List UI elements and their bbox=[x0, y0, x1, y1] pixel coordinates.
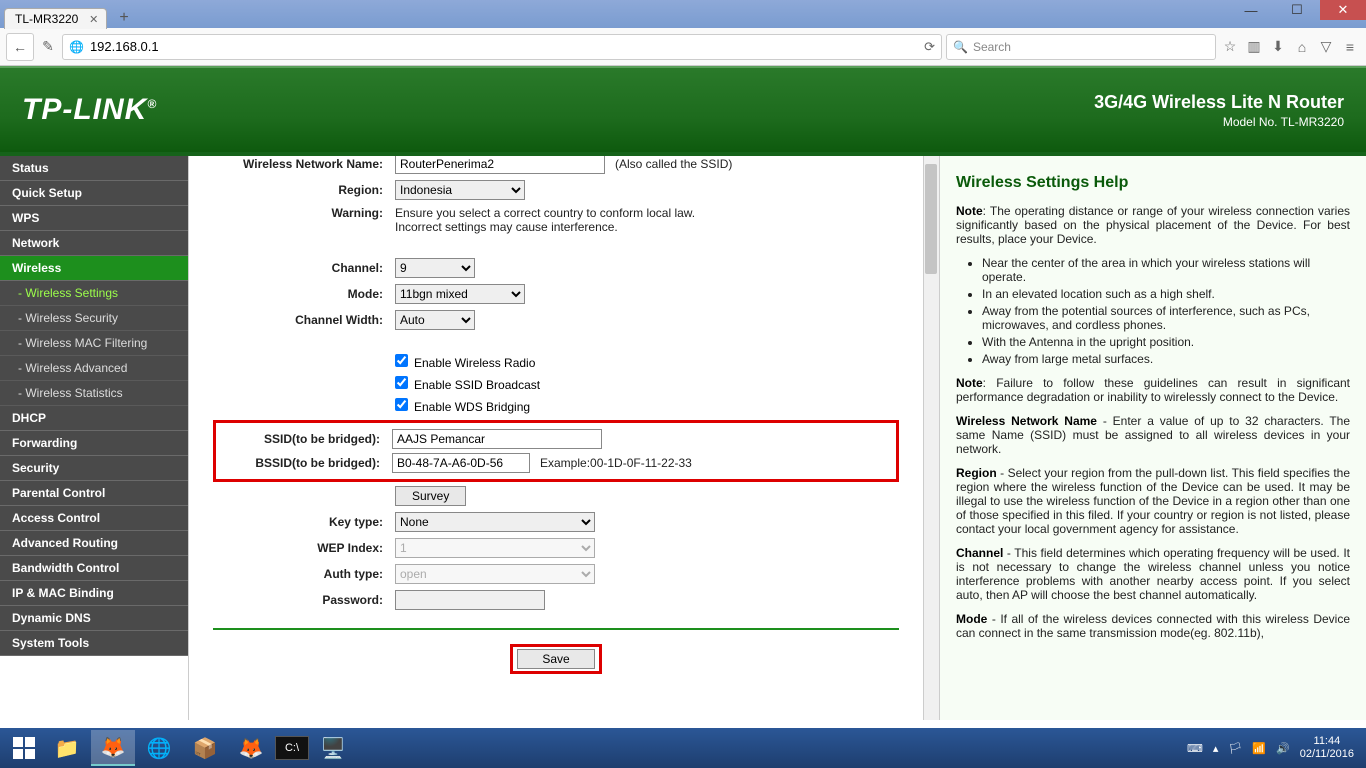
tab-close-icon[interactable]: ✕ bbox=[89, 13, 98, 26]
keyboard-icon[interactable]: ⌨ bbox=[1187, 742, 1203, 755]
start-button[interactable] bbox=[4, 728, 44, 768]
sidebar-sub-wireless-security[interactable]: - Wireless Security bbox=[0, 306, 188, 331]
sidebar-item-ddns[interactable]: Dynamic DNS bbox=[0, 606, 188, 631]
sidebar-sub-wireless-settings[interactable]: - Wireless Settings bbox=[0, 281, 188, 306]
url-bar[interactable]: 🌐 192.168.0.1 ⟳ bbox=[62, 34, 942, 60]
home-icon[interactable]: ⌂ bbox=[1292, 39, 1312, 55]
tray-clock[interactable]: 11:44 02/11/2016 bbox=[1300, 735, 1354, 761]
main-scrollbar[interactable] bbox=[923, 156, 939, 720]
wepindex-select: 1 bbox=[395, 538, 595, 558]
scroll-thumb[interactable] bbox=[925, 164, 937, 274]
sidebar-item-security[interactable]: Security bbox=[0, 456, 188, 481]
channel-label: Channel: bbox=[213, 261, 395, 275]
sidebar-sub-wireless-mac[interactable]: - Wireless MAC Filtering bbox=[0, 331, 188, 356]
sidebar-item-network[interactable]: Network bbox=[0, 231, 188, 256]
sidebar-item-forwarding[interactable]: Forwarding bbox=[0, 431, 188, 456]
authtype-label: Auth type: bbox=[213, 567, 395, 581]
brand-logo: TP-LINK® bbox=[22, 93, 157, 127]
sidebar-item-adv-routing[interactable]: Advanced Routing bbox=[0, 531, 188, 556]
taskbar-chrome-icon[interactable]: 🌐 bbox=[137, 730, 181, 766]
password-label: Password: bbox=[213, 593, 395, 607]
window-maximize-button[interactable]: ☐ bbox=[1274, 0, 1320, 20]
product-name: 3G/4G Wireless Lite N Router bbox=[1094, 92, 1344, 113]
sidebar-item-dhcp[interactable]: DHCP bbox=[0, 406, 188, 431]
window-close-button[interactable]: ✕ bbox=[1320, 0, 1366, 20]
readability-icon[interactable]: ✎ bbox=[38, 38, 58, 55]
sidebar-item-bandwidth[interactable]: Bandwidth Control bbox=[0, 556, 188, 581]
enable-wds-checkbox[interactable] bbox=[395, 398, 408, 411]
wname-label: Wireless Network Name: bbox=[213, 157, 395, 171]
help-panel: Wireless Settings Help Note: The operati… bbox=[940, 156, 1366, 720]
channel-width-select[interactable]: Auto bbox=[395, 310, 475, 330]
tray-flag-icon[interactable]: 🏳 bbox=[1228, 742, 1242, 755]
url-text: 192.168.0.1 bbox=[90, 39, 159, 54]
bookmark-icon[interactable]: ☆ bbox=[1220, 38, 1240, 55]
mode-select[interactable]: 11bgn mixed bbox=[395, 284, 525, 304]
search-bar[interactable]: 🔍 Search bbox=[946, 34, 1216, 60]
region-select[interactable]: Indonesia bbox=[395, 180, 525, 200]
ssid-bridge-label: SSID(to be bridged): bbox=[220, 432, 392, 446]
taskbar-cmd-icon[interactable]: C:\ bbox=[275, 736, 309, 760]
sidebar-item-wps[interactable]: WPS bbox=[0, 206, 188, 231]
enable-radio-checkbox[interactable] bbox=[395, 354, 408, 367]
sidebar-item-parental[interactable]: Parental Control bbox=[0, 481, 188, 506]
downloads-icon[interactable]: ⬇ bbox=[1268, 38, 1288, 55]
tray-arrow-icon[interactable]: ▴ bbox=[1213, 742, 1219, 755]
chwidth-label: Channel Width: bbox=[213, 313, 395, 327]
taskbar-explorer-icon[interactable]: 📁 bbox=[45, 730, 89, 766]
globe-icon: 🌐 bbox=[69, 40, 84, 54]
save-button[interactable]: Save bbox=[517, 649, 594, 669]
sidebar-sub-wireless-statistics[interactable]: - Wireless Statistics bbox=[0, 381, 188, 406]
tray-network-icon[interactable]: 📶 bbox=[1252, 742, 1266, 755]
help-title: Wireless Settings Help bbox=[956, 174, 1350, 192]
sidebar-item-wireless[interactable]: Wireless bbox=[0, 256, 188, 281]
window-minimize-button[interactable]: — bbox=[1228, 0, 1274, 20]
warning-text: Ensure you select a correct country to c… bbox=[395, 206, 695, 234]
region-label: Region: bbox=[213, 183, 395, 197]
sidebar-item-ipmac[interactable]: IP & MAC Binding bbox=[0, 581, 188, 606]
model-number: Model No. TL-MR3220 bbox=[1094, 115, 1344, 129]
sidebar-nav: Status Quick Setup WPS Network Wireless … bbox=[0, 156, 188, 720]
keytype-select[interactable]: None bbox=[395, 512, 595, 532]
sidebar-sub-wireless-advanced[interactable]: - Wireless Advanced bbox=[0, 356, 188, 381]
wepindex-label: WEP Index: bbox=[213, 541, 395, 555]
reload-icon[interactable]: ⟳ bbox=[924, 39, 935, 55]
taskbar-virtualbox-icon[interactable]: 📦 bbox=[183, 730, 227, 766]
pocket-icon[interactable]: ▽ bbox=[1316, 38, 1336, 55]
taskbar-firefox2-icon[interactable]: 🦊 bbox=[229, 730, 273, 766]
bssid-example: Example:00-1D-0F-11-22-33 bbox=[540, 456, 692, 470]
sidebar-item-access[interactable]: Access Control bbox=[0, 506, 188, 531]
tab-title: TL-MR3220 bbox=[15, 12, 78, 26]
back-button[interactable]: ← bbox=[6, 33, 34, 61]
search-icon: 🔍 bbox=[953, 40, 968, 54]
wireless-name-input[interactable] bbox=[395, 156, 605, 174]
enable-ssid-checkbox[interactable] bbox=[395, 376, 408, 389]
taskbar-app-icon[interactable]: 🖥️ bbox=[311, 730, 355, 766]
survey-button[interactable]: Survey bbox=[395, 486, 466, 506]
wds-bridge-section: SSID(to be bridged): BSSID(to be bridged… bbox=[213, 420, 899, 482]
ssid-hint: (Also called the SSID) bbox=[615, 157, 732, 171]
sidebar-item-quick-setup[interactable]: Quick Setup bbox=[0, 181, 188, 206]
mode-label: Mode: bbox=[213, 287, 395, 301]
sidebar-item-status[interactable]: Status bbox=[0, 156, 188, 181]
keytype-label: Key type: bbox=[213, 515, 395, 529]
warning-label: Warning: bbox=[213, 206, 395, 220]
library-icon[interactable]: ▥ bbox=[1244, 38, 1264, 55]
bssid-bridge-label: BSSID(to be bridged): bbox=[220, 456, 392, 470]
menu-icon[interactable]: ≡ bbox=[1340, 39, 1360, 55]
taskbar-firefox-icon[interactable]: 🦊 bbox=[91, 730, 135, 766]
ssid-bridge-input[interactable] bbox=[392, 429, 602, 449]
channel-select[interactable]: 9 bbox=[395, 258, 475, 278]
password-input bbox=[395, 590, 545, 610]
search-placeholder: Search bbox=[973, 40, 1011, 54]
tray-volume-icon[interactable]: 🔊 bbox=[1276, 742, 1290, 755]
new-tab-button[interactable]: + bbox=[113, 9, 134, 27]
browser-tab[interactable]: TL-MR3220 ✕ bbox=[4, 8, 107, 29]
sidebar-item-system[interactable]: System Tools bbox=[0, 631, 188, 656]
authtype-select: open bbox=[395, 564, 595, 584]
bssid-bridge-input[interactable] bbox=[392, 453, 530, 473]
